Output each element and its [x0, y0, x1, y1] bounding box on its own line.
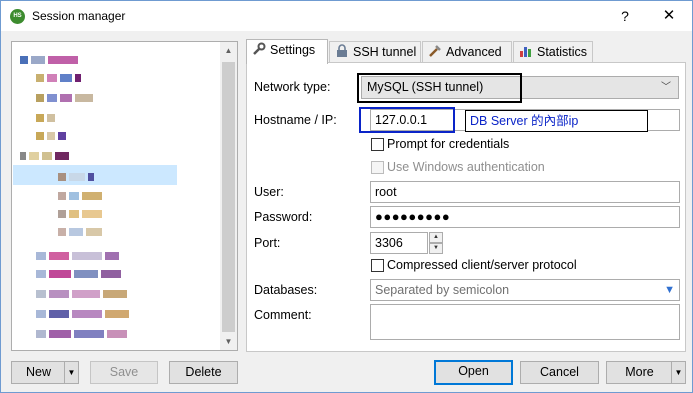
tab-settings[interactable]: Settings	[246, 39, 328, 64]
session-manager-window: HS Session manager ? ✕ ▲ ▼ Settings SSH …	[0, 0, 693, 393]
tree-item[interactable]	[36, 326, 130, 344]
tree-item[interactable]	[20, 148, 72, 166]
port-field[interactable]: 3306	[370, 232, 428, 254]
databases-field[interactable]: Separated by semicolon ▼	[370, 279, 680, 301]
tree-scrollbar[interactable]: ▲ ▼	[220, 42, 237, 350]
tree-item[interactable]	[20, 52, 81, 70]
compressed-protocol-checkbox[interactable]	[371, 259, 384, 272]
session-tree[interactable]: ▲ ▼	[11, 41, 238, 351]
tree-item[interactable]	[58, 224, 105, 242]
hostname-label: Hostname / IP:	[254, 113, 337, 127]
user-label: User:	[254, 185, 284, 199]
help-button[interactable]: ?	[612, 5, 638, 27]
annotation-box-network-type	[357, 73, 522, 103]
tree-item[interactable]	[36, 306, 132, 324]
tree-item[interactable]	[36, 286, 130, 304]
lock-icon	[335, 44, 349, 58]
wrench-icon	[252, 42, 266, 56]
new-dropdown-arrow-icon[interactable]: ▼	[64, 362, 78, 383]
delete-button[interactable]: Delete	[169, 361, 238, 384]
port-decrement-button[interactable]: ▼	[429, 243, 443, 254]
dropdown-triangle-icon[interactable]: ▼	[664, 280, 675, 300]
tree-item[interactable]	[36, 110, 58, 128]
tree-item[interactable]	[36, 248, 122, 266]
new-button[interactable]: New ▼	[11, 361, 79, 384]
more-dropdown-arrow-icon[interactable]: ▼	[671, 362, 685, 383]
password-field[interactable]: ●●●●●●●●●	[370, 206, 680, 228]
window-title: Session manager	[32, 9, 126, 23]
close-button[interactable]: ✕	[651, 5, 687, 27]
databases-label: Databases:	[254, 283, 318, 297]
open-button[interactable]: Open	[434, 360, 513, 385]
tree-item[interactable]	[36, 70, 84, 88]
chevron-down-icon: ﹀	[661, 82, 671, 93]
more-button[interactable]: More ▼	[606, 361, 686, 384]
tree-item[interactable]	[36, 266, 124, 284]
compressed-protocol-label: Compressed client/server protocol	[387, 258, 577, 272]
tree-item[interactable]	[36, 90, 96, 108]
scroll-up-icon[interactable]: ▲	[220, 42, 237, 59]
save-button[interactable]: Save	[90, 361, 158, 384]
title-bar: HS Session manager ? ✕	[1, 1, 692, 31]
network-type-label: Network type:	[254, 80, 331, 94]
tools-icon	[428, 44, 442, 58]
hostname-annotation: DB Server 的內部ip	[465, 110, 648, 132]
tree-item[interactable]	[58, 206, 105, 224]
port-label: Port:	[254, 236, 281, 250]
tree-item[interactable]	[58, 188, 105, 206]
prompt-credentials-label: Prompt for credentials	[387, 137, 510, 151]
windows-auth-label: Use Windows authentication	[387, 160, 545, 174]
cancel-button[interactable]: Cancel	[520, 361, 599, 384]
tree-item[interactable]	[58, 169, 97, 187]
password-label: Password:	[254, 210, 313, 224]
comment-field[interactable]	[370, 304, 680, 340]
settings-panel: Network type: MySQL (SSH tunnel) ﹀ Hostn…	[246, 62, 686, 352]
tab-statistics[interactable]: Statistics	[513, 41, 593, 63]
port-increment-button[interactable]: ▲	[429, 232, 443, 243]
tab-ssh-tunnel[interactable]: SSH tunnel	[329, 41, 421, 63]
tree-item[interactable]	[36, 128, 69, 146]
tab-advanced[interactable]: Advanced	[422, 41, 512, 63]
prompt-credentials-checkbox[interactable]	[371, 138, 384, 151]
annotation-box-hostname	[359, 107, 455, 133]
bar-chart-icon	[519, 44, 533, 58]
scroll-down-icon[interactable]: ▼	[220, 333, 237, 350]
windows-auth-checkbox[interactable]	[371, 161, 384, 174]
app-icon: HS	[10, 9, 25, 24]
scroll-thumb[interactable]	[222, 62, 235, 332]
user-field[interactable]: root	[370, 181, 680, 203]
comment-label: Comment:	[254, 308, 312, 322]
